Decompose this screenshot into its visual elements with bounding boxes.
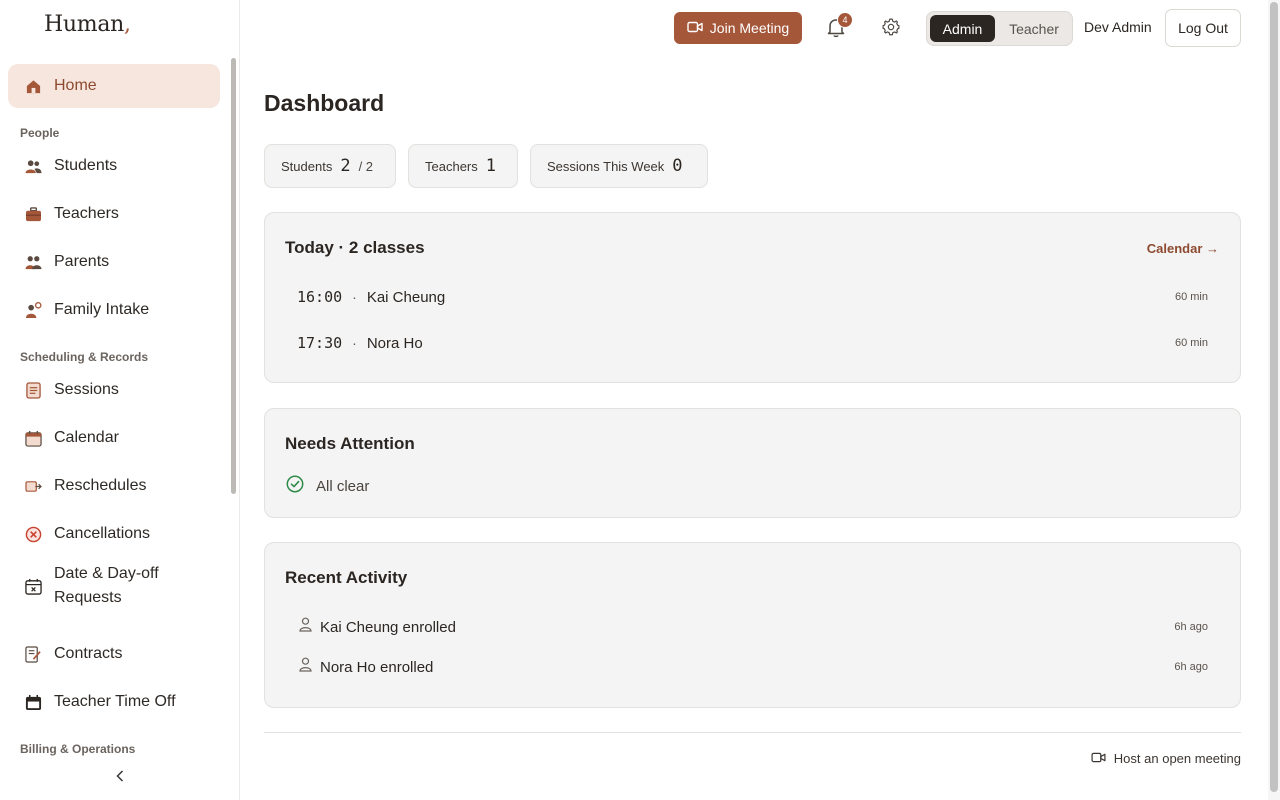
today-classes-card: Today · 2 classes Calendar → 16:00 · Kai… bbox=[264, 212, 1241, 383]
home-icon bbox=[24, 77, 42, 95]
activity-item: Kai Cheung enrolled 6h ago bbox=[299, 615, 1208, 639]
recent-activity-card: Recent Activity Kai Cheung enrolled 6h a… bbox=[264, 542, 1241, 708]
video-camera-icon bbox=[687, 20, 703, 36]
current-user-name: Dev Admin bbox=[1084, 19, 1152, 35]
needs-attention-title: Needs Attention bbox=[285, 434, 415, 453]
page-title: Dashboard bbox=[264, 90, 385, 116]
logout-button[interactable]: Log Out bbox=[1165, 9, 1241, 47]
reschedule-icon bbox=[24, 477, 42, 495]
sidebar-item-contracts[interactable]: Contracts bbox=[8, 632, 220, 676]
role-switcher: Admin Teacher bbox=[926, 11, 1073, 46]
settings-button[interactable] bbox=[881, 17, 903, 39]
calendar-dark-icon bbox=[24, 693, 42, 711]
calendar-link[interactable]: Calendar → bbox=[1147, 241, 1219, 256]
today-title: Today · 2 classes bbox=[285, 238, 425, 257]
stat-students[interactable]: Students 2 / 2 bbox=[264, 144, 396, 188]
sidebar-nav: Home People Students Teachers Parents Fa… bbox=[0, 56, 232, 756]
notification-badge: 4 bbox=[837, 12, 853, 28]
sidebar-item-cancellations[interactable]: Cancellations bbox=[8, 512, 220, 556]
sidebar-item-teacher-time-off[interactable]: Teacher Time Off bbox=[8, 680, 220, 724]
role-admin-button[interactable]: Admin bbox=[930, 15, 995, 42]
sidebar-item-teachers[interactable]: Teachers bbox=[8, 192, 220, 236]
notepad-icon bbox=[24, 381, 42, 399]
calendar-x-icon bbox=[24, 577, 42, 595]
gear-icon bbox=[881, 18, 901, 41]
brand-logo[interactable]: Human, bbox=[44, 12, 131, 37]
contract-icon bbox=[24, 645, 42, 663]
stat-sessions-week[interactable]: Sessions This Week 0 bbox=[530, 144, 708, 188]
join-meeting-button[interactable]: Join Meeting bbox=[674, 12, 802, 44]
page-scrollbar-thumb[interactable] bbox=[1270, 2, 1278, 792]
check-circle-icon bbox=[286, 475, 304, 498]
activity-item: Nora Ho enrolled 6h ago bbox=[299, 655, 1208, 679]
family-icon bbox=[24, 253, 42, 271]
user-icon bbox=[299, 657, 312, 677]
calendar-icon bbox=[24, 429, 42, 447]
briefcase-icon bbox=[24, 205, 42, 223]
sidebar-item-home[interactable]: Home bbox=[8, 64, 220, 108]
section-people: People bbox=[20, 126, 60, 140]
users-icon bbox=[24, 157, 42, 175]
user-icon bbox=[299, 617, 312, 637]
all-clear-status: All clear bbox=[286, 475, 369, 498]
sidebar-item-parents[interactable]: Parents bbox=[8, 240, 220, 284]
chevron-left-icon bbox=[115, 769, 125, 788]
video-camera-icon bbox=[1091, 751, 1106, 766]
page-scrollbar[interactable] bbox=[1268, 0, 1280, 800]
sidebar-item-reschedules[interactable]: Reschedules bbox=[8, 464, 220, 508]
sidebar-item-calendar[interactable]: Calendar bbox=[8, 416, 220, 460]
needs-attention-card: Needs Attention All clear bbox=[264, 408, 1241, 518]
sidebar-item-students[interactable]: Students bbox=[8, 144, 220, 188]
cancel-circle-icon bbox=[24, 525, 42, 543]
stat-teachers[interactable]: Teachers 1 bbox=[408, 144, 518, 188]
section-scheduling: Scheduling & Records bbox=[20, 350, 149, 364]
class-row[interactable]: 16:00 · Kai Cheung 60 min bbox=[297, 285, 1208, 309]
sidebar-scrollbar[interactable] bbox=[231, 58, 236, 494]
role-teacher-button[interactable]: Teacher bbox=[999, 15, 1069, 42]
recent-activity-title: Recent Activity bbox=[285, 568, 408, 587]
sidebar: Human, Home People Students Teachers Par… bbox=[0, 0, 240, 800]
section-billing: Billing & Operations bbox=[20, 742, 136, 756]
sidebar-item-dayoff-requests[interactable]: Date & Day-off Requests bbox=[8, 558, 220, 614]
footer-divider bbox=[264, 732, 1241, 733]
class-row[interactable]: 17:30 · Nora Ho 60 min bbox=[297, 331, 1208, 355]
sidebar-item-family-intake[interactable]: Family Intake bbox=[8, 288, 220, 332]
user-plus-icon bbox=[24, 301, 42, 319]
sidebar-item-sessions[interactable]: Sessions bbox=[8, 368, 220, 412]
collapse-sidebar-button[interactable] bbox=[110, 768, 130, 788]
host-open-meeting-link[interactable]: Host an open meeting bbox=[1091, 751, 1241, 766]
